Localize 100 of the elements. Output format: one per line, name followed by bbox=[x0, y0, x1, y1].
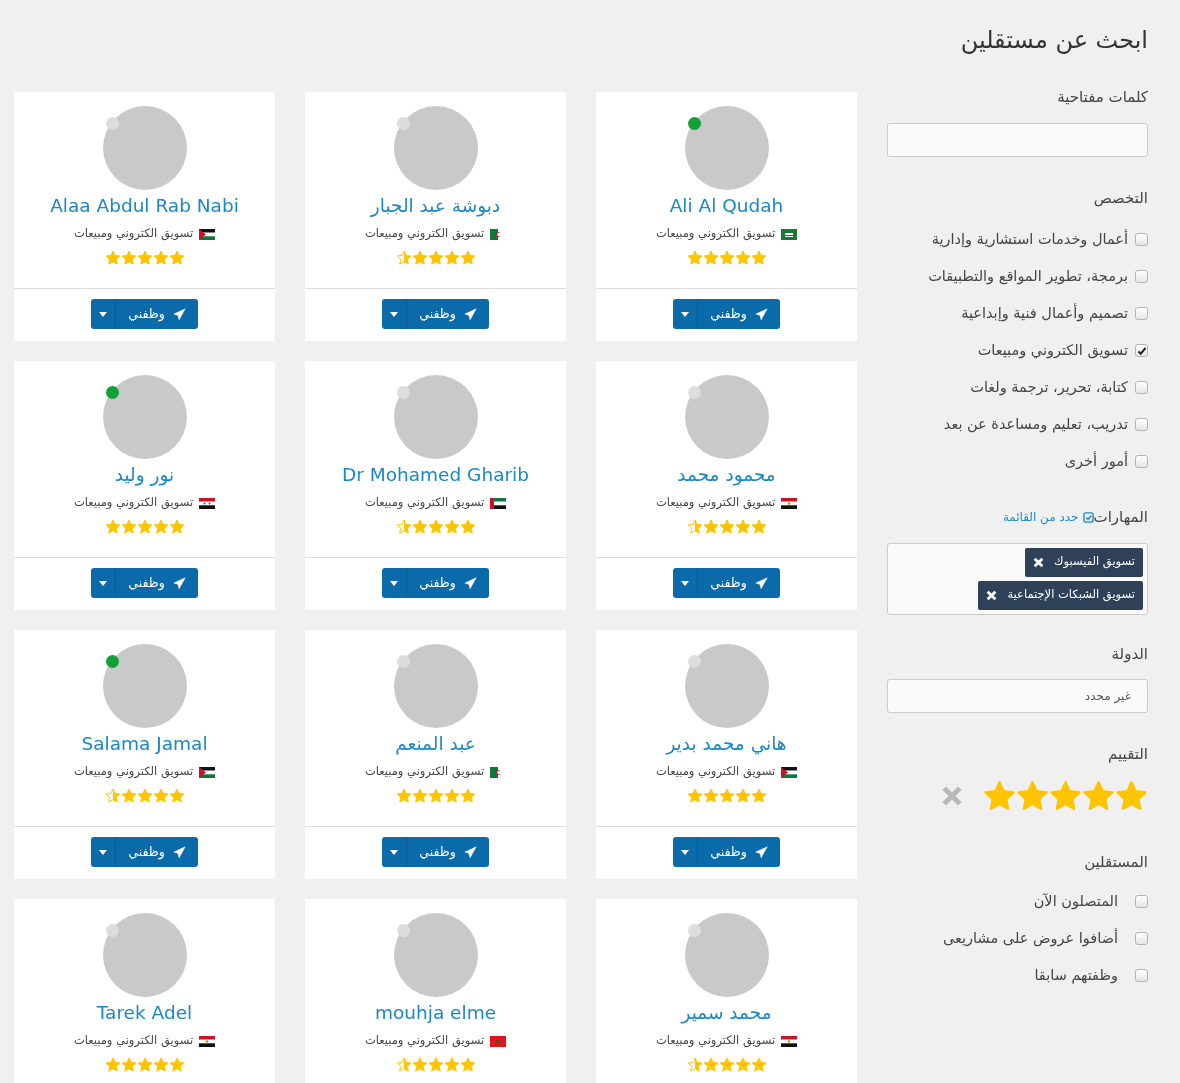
checkbox[interactable] bbox=[1135, 233, 1148, 246]
star-icon bbox=[168, 519, 185, 535]
country-select[interactable]: غير محدد bbox=[887, 679, 1148, 713]
hire-button[interactable]: وظفني bbox=[116, 568, 198, 598]
hire-button[interactable]: وظفني bbox=[116, 837, 198, 867]
star-icon bbox=[411, 250, 428, 266]
dropdown-toggle-button[interactable] bbox=[91, 837, 117, 867]
star-icon bbox=[1049, 779, 1082, 813]
caret-icon bbox=[681, 311, 690, 317]
remove-icon[interactable] bbox=[1033, 556, 1044, 568]
freelancer-name-link[interactable]: هاني محمد بدير bbox=[666, 731, 787, 757]
freelancer-name-link[interactable]: محمود محمد bbox=[677, 462, 776, 488]
star-icon bbox=[459, 788, 476, 804]
flag-icon bbox=[199, 228, 216, 240]
freelancer-name-link[interactable]: mouhja elme bbox=[374, 1000, 497, 1026]
star-icon bbox=[104, 1057, 121, 1073]
flag-icon bbox=[490, 497, 507, 509]
star-icon bbox=[395, 788, 412, 804]
skill-tag[interactable]: تسويق الفيسبوك bbox=[1025, 547, 1143, 577]
checkbox-icon bbox=[1082, 511, 1094, 523]
checkbox[interactable] bbox=[1135, 932, 1148, 945]
freelancer-name-link[interactable]: محمد سمير bbox=[681, 1000, 772, 1026]
star-icon bbox=[443, 250, 460, 266]
star-icon bbox=[1082, 779, 1115, 813]
freelancer-name-link[interactable]: Ali Al Qudah bbox=[669, 193, 784, 219]
caret-icon bbox=[99, 311, 108, 317]
checkbox[interactable] bbox=[1135, 270, 1148, 283]
keywords-field[interactable] bbox=[887, 122, 1148, 157]
star-icon bbox=[718, 788, 735, 804]
checkbox[interactable] bbox=[1135, 455, 1148, 468]
freelancer-name-link[interactable]: Dr Mohamed Gharib bbox=[342, 462, 529, 488]
caret-icon bbox=[681, 849, 690, 855]
checkbox[interactable] bbox=[1135, 344, 1148, 357]
caret-icon bbox=[390, 311, 399, 317]
dropdown-toggle-button[interactable] bbox=[382, 837, 408, 867]
star-icon bbox=[427, 519, 444, 535]
checkbox-label: تسويق الكتروني ومبيعات bbox=[977, 340, 1128, 361]
checkbox-label: تصميم وأعمال فنية وإبداعية bbox=[961, 302, 1128, 324]
flag-icon bbox=[781, 497, 798, 509]
hire-button[interactable]: وظفني bbox=[407, 837, 489, 867]
section-label: التخصص bbox=[1092, 187, 1148, 209]
star-icon bbox=[395, 519, 412, 535]
checkbox-label: المتصلون الآن bbox=[1033, 891, 1118, 912]
dropdown-toggle-button[interactable] bbox=[91, 568, 117, 598]
caret-icon bbox=[390, 849, 399, 855]
dropdown-toggle-button[interactable] bbox=[91, 299, 117, 329]
freelancer-name-link[interactable]: Salama Jamal bbox=[81, 731, 208, 757]
dropdown-toggle-button[interactable] bbox=[382, 568, 408, 598]
checkbox[interactable] bbox=[1135, 381, 1148, 394]
paper-plane-icon bbox=[172, 845, 186, 859]
specialty-text: تسويق الكتروني ومبيعات bbox=[364, 494, 485, 512]
freelancer-name-link[interactable]: Alaa Abdul Rab Nabi bbox=[50, 193, 239, 219]
section-label: المستقلين bbox=[1083, 851, 1148, 873]
pick-from-list-link[interactable]: حدد من القائمة bbox=[1002, 508, 1094, 527]
checkbox[interactable] bbox=[1135, 969, 1148, 982]
skill-tag[interactable]: تسويق الشبكات الإجتماعية bbox=[978, 580, 1143, 610]
freelancer-name-link[interactable]: Tarek Adel bbox=[96, 1000, 193, 1026]
star-icon bbox=[459, 1057, 476, 1073]
freelancer-name-link[interactable]: عبد المنعم bbox=[395, 731, 476, 757]
caret-icon bbox=[99, 849, 108, 855]
star-icon bbox=[686, 1057, 703, 1073]
paper-plane-icon bbox=[754, 307, 768, 321]
dropdown-toggle-button[interactable] bbox=[673, 837, 699, 867]
star-icon bbox=[1016, 779, 1049, 813]
skills-field[interactable]: تسويق الفيسبوك تسويق الشبكات الإجتماعية bbox=[887, 542, 1148, 615]
checkbox[interactable] bbox=[1135, 418, 1148, 431]
freelancer-name-link[interactable]: نور وليد bbox=[114, 462, 175, 488]
star-icon bbox=[120, 519, 137, 535]
dropdown-toggle-button[interactable] bbox=[673, 568, 699, 598]
paper-plane-icon bbox=[754, 576, 768, 590]
dropdown-toggle-button[interactable] bbox=[673, 299, 699, 329]
freelancer-name-link[interactable]: دبوشة عبد الجبار bbox=[370, 193, 501, 219]
star-icon bbox=[750, 250, 767, 266]
remove-icon[interactable] bbox=[986, 589, 998, 601]
checkbox[interactable] bbox=[1135, 895, 1148, 908]
checkbox-label: أضافوا عروض على مشاريعى bbox=[943, 927, 1118, 949]
specialty-text: تسويق الكتروني ومبيعات bbox=[364, 763, 485, 781]
flag-icon bbox=[781, 228, 798, 240]
star-icon bbox=[152, 250, 169, 266]
hire-button[interactable]: وظفني bbox=[698, 568, 780, 598]
star-icon bbox=[1115, 779, 1148, 813]
star-icon bbox=[702, 788, 719, 804]
hire-button[interactable]: وظفني bbox=[698, 837, 780, 867]
star-icon bbox=[734, 519, 751, 535]
dropdown-toggle-button[interactable] bbox=[382, 299, 408, 329]
star-icon bbox=[136, 1057, 153, 1073]
flag-icon bbox=[781, 766, 798, 778]
star-icon bbox=[686, 519, 703, 535]
star-icon bbox=[750, 788, 767, 804]
paper-plane-icon bbox=[172, 576, 186, 590]
star-icon bbox=[136, 250, 153, 266]
specialty-text: تسويق الكتروني ومبيعات bbox=[73, 1032, 194, 1050]
star-icon bbox=[702, 519, 719, 535]
hire-button[interactable]: وظفني bbox=[116, 299, 198, 329]
star-icon bbox=[168, 1057, 185, 1073]
hire-button[interactable]: وظفني bbox=[407, 568, 489, 598]
hire-button[interactable]: وظفني bbox=[407, 299, 489, 329]
star-icon bbox=[734, 1057, 751, 1073]
hire-button[interactable]: وظفني bbox=[698, 299, 780, 329]
checkbox[interactable] bbox=[1135, 307, 1148, 320]
